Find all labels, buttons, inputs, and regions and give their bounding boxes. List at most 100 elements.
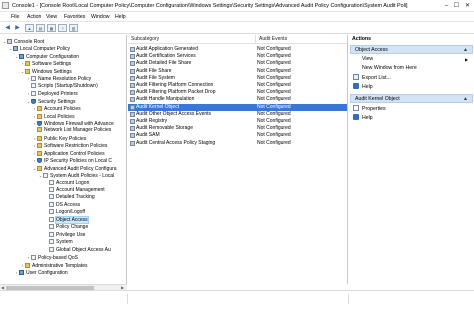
tree-node[interactable]: DS Access xyxy=(44,201,80,209)
subcategory-cell: Audit File System xyxy=(136,74,175,81)
status-divider xyxy=(348,294,349,304)
tree-node[interactable]: ⌄ Windows Settings xyxy=(20,68,72,75)
tree-node[interactable]: › IP Security Policies on Local C xyxy=(32,157,112,164)
audit-events-cell: Not Configured xyxy=(257,46,291,52)
tree-node[interactable]: › Public Key Policies xyxy=(32,135,86,142)
actions-section-header[interactable]: Audit Kernel Object ▲ xyxy=(350,94,473,104)
collapse-icon[interactable]: ▲ xyxy=(463,95,468,104)
column-header-subcategory[interactable]: Subcategory xyxy=(128,35,256,44)
tree-node[interactable]: Privilege Use xyxy=(44,231,86,239)
tree-node[interactable]: ⌄ Computer Configuration xyxy=(14,53,79,60)
table-row[interactable]: Audit Other Object Access Events Not Conf… xyxy=(128,111,347,118)
menu-file[interactable]: File xyxy=(11,14,19,20)
table-row[interactable]: Audit Central Access Policy Staging Not C… xyxy=(128,140,347,147)
table-row[interactable]: Audit Filtering Platform Packet Drop Not … xyxy=(128,89,347,96)
policy-setting-icon xyxy=(130,97,135,103)
action-item-label: Export List... xyxy=(362,74,391,81)
column-header-audit-events[interactable]: Audit Events xyxy=(256,35,347,44)
back-arrow-icon[interactable]: ◀ xyxy=(3,24,12,32)
tree-node[interactable]: › Windows Firewall with Advance xyxy=(32,120,114,127)
action-item[interactable]: New Window from Here xyxy=(353,64,417,73)
action-item[interactable]: Properties xyxy=(353,104,386,114)
help-icon[interactable]: ? xyxy=(58,24,67,32)
shield-icon xyxy=(31,98,36,104)
tree-node-label: Computer Configuration xyxy=(26,53,80,60)
minimize-button[interactable]: – xyxy=(442,2,451,10)
doc-icon xyxy=(31,76,36,82)
root-icon xyxy=(7,39,12,44)
mmc-app-icon xyxy=(2,2,9,9)
tree-node[interactable]: › Deployed Printers xyxy=(26,90,78,97)
menu-help[interactable]: Help xyxy=(115,14,126,20)
tree-node[interactable]: › User Configuration xyxy=(14,269,68,276)
tree-node-label: System Audit Policies - Local xyxy=(50,173,115,180)
subcategory-cell: Audit Kernel Object xyxy=(136,103,180,110)
doc-icon xyxy=(49,201,54,207)
tree-node[interactable]: ⌄ Console Root xyxy=(2,38,44,45)
tree-node[interactable]: Account Management xyxy=(44,187,105,194)
audit-events-cell: Not Configured xyxy=(257,74,291,81)
tree-node[interactable]: System xyxy=(44,239,73,246)
tree-node[interactable]: › Local Policies xyxy=(32,113,75,120)
tree-node[interactable]: ⌄ Local Computer Policy xyxy=(8,45,70,52)
action-item[interactable]: Help xyxy=(353,114,373,123)
table-row[interactable]: Audit SAM Not Configured xyxy=(128,132,347,139)
tree-node-label: System xyxy=(56,239,73,246)
tree-node[interactable]: › Policy-based QoS xyxy=(26,254,78,261)
tree-node[interactable]: Logon/Logoff xyxy=(44,209,85,216)
maximize-button[interactable]: ☐ xyxy=(452,2,461,10)
folder-icon xyxy=(25,262,30,268)
tree-node[interactable]: Object Access xyxy=(44,215,89,224)
table-row[interactable]: Audit Detailed File Share Not Configured xyxy=(128,60,347,67)
menu-bar: File Action View Favorites Window Help xyxy=(0,12,474,22)
tree-node[interactable]: › Administrative Templates xyxy=(20,262,88,269)
tree-node-label: Windows Settings xyxy=(32,68,72,75)
menu-window[interactable]: Window xyxy=(91,14,109,20)
show-hide-tree-icon[interactable]: ▤ xyxy=(36,24,45,32)
tree-node[interactable]: ⌄ Advanced Audit Policy Configura xyxy=(32,165,117,172)
table-row[interactable]: Audit Registry Not Configured xyxy=(128,118,347,125)
menu-action[interactable]: Action xyxy=(27,14,41,20)
tree-node[interactable]: Network List Manager Policies xyxy=(32,127,111,134)
policy-setting-icon xyxy=(130,83,135,88)
tree-node[interactable]: › Software Restriction Policies xyxy=(32,142,107,149)
export-list-icon[interactable]: ▦ xyxy=(47,24,56,32)
action-item[interactable]: Help xyxy=(353,82,373,92)
tree-node-label: Scripts (Startup/Shutdown) xyxy=(38,82,98,89)
table-row[interactable]: Audit Filtering Platform Connection Not C… xyxy=(128,82,347,89)
up-one-level-icon[interactable]: ▲ xyxy=(25,24,34,32)
tree-node[interactable]: ⌄ System Audit Policies - Local xyxy=(38,172,114,179)
tree-node[interactable]: Detailed Tracking xyxy=(44,194,95,201)
table-row[interactable]: Audit Handle Manipulation Not Configured xyxy=(128,96,347,103)
collapse-icon[interactable]: ▲ xyxy=(463,46,468,55)
tree-node[interactable]: Global Object Access Au xyxy=(44,246,111,254)
table-row[interactable]: Audit File System Not Configured xyxy=(128,75,347,82)
tree-node[interactable]: Scripts (Startup/Shutdown) xyxy=(26,82,98,90)
tree-node[interactable]: Policy Change xyxy=(44,224,88,231)
table-row[interactable]: Audit Application Generated Not Configure… xyxy=(128,46,347,53)
tree-node[interactable]: › Software Settings xyxy=(20,60,71,67)
tree-node-label: Security Settings xyxy=(38,98,76,105)
folder-icon xyxy=(37,106,42,112)
forward-arrow-icon[interactable]: ▶ xyxy=(13,24,22,32)
table-row[interactable]: Audit Certification Services Not Configur… xyxy=(128,53,347,60)
actions-section-header[interactable]: Object Access ▲ xyxy=(350,44,473,55)
table-row[interactable]: Audit Kernel Object Not Configured xyxy=(128,103,347,111)
tree-node[interactable]: Account Logon xyxy=(44,179,89,187)
tree-node[interactable]: › Account Policies xyxy=(32,105,81,112)
tree-node[interactable]: › Application Control Policies xyxy=(32,150,105,157)
action-item[interactable]: View ▶ xyxy=(353,55,468,64)
close-button[interactable]: ✕ xyxy=(463,2,472,10)
tree-node[interactable]: › Name Resolution Policy xyxy=(26,75,91,82)
doc-icon xyxy=(31,82,36,88)
subcategory-cell: Audit SAM xyxy=(136,132,160,139)
folder-icon xyxy=(37,127,42,133)
menu-view[interactable]: View xyxy=(46,14,57,20)
properties-icon[interactable]: ▥ xyxy=(69,24,78,32)
tree-node-label: Privilege Use xyxy=(56,231,86,238)
action-item[interactable]: Export List... xyxy=(353,73,391,83)
tree-node[interactable]: ⌄ Security Settings xyxy=(26,98,76,105)
table-row[interactable]: Audit Removable Storage Not Configured xyxy=(128,125,347,132)
table-row[interactable]: Audit File Share Not Configured xyxy=(128,68,347,75)
menu-favorites[interactable]: Favorites xyxy=(64,14,85,20)
